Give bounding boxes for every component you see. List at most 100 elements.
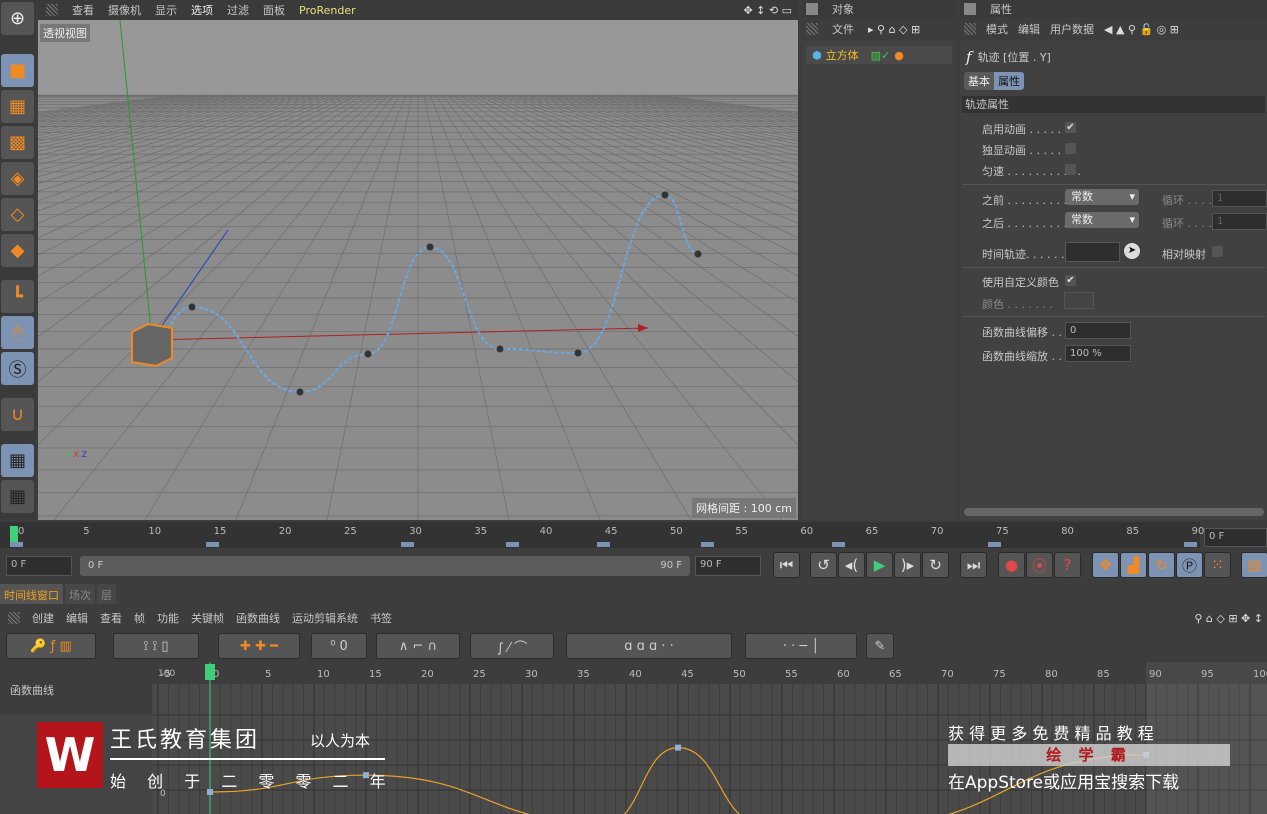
menu-filter[interactable]: 过滤 <box>227 2 249 18</box>
fcurve-key[interactable] <box>675 744 681 751</box>
pick-cursor-icon[interactable]: ➤ <box>1124 243 1140 259</box>
key-position-button[interactable]: ✥ <box>1092 552 1119 578</box>
constant-speed-checkbox[interactable] <box>1065 164 1076 175</box>
object-tools-icons[interactable]: ▸ ⚲ ⌂ ◇ ⊞ <box>868 23 920 36</box>
attribute-nav-icons[interactable]: ◀ ▲ ⚲ 🔓 ◎ ⊞ <box>1104 23 1179 36</box>
tweak-mouse-icon[interactable]: 🖱 <box>1 316 34 349</box>
custom-color-checkbox[interactable]: ✔ <box>1065 275 1076 286</box>
polygons-mode-icon[interactable]: ◆ <box>1 234 34 267</box>
menu-file[interactable]: 文件 <box>832 21 854 37</box>
menu-motion-system[interactable]: 运动剪辑系统 <box>292 610 358 626</box>
keyframe-marker[interactable] <box>831 542 845 547</box>
key-parameter-button[interactable]: Ⓟ <box>1176 552 1203 578</box>
menu-options[interactable]: 选项 <box>191 2 213 18</box>
menu-view[interactable]: 查看 <box>100 610 122 626</box>
menu-create[interactable]: 创建 <box>32 610 54 626</box>
bake-button[interactable]: ✎ <box>866 633 894 659</box>
tab-properties[interactable]: 属性 <box>994 72 1024 90</box>
path-keyframe[interactable] <box>694 250 702 258</box>
goto-start-button[interactable]: ⏮ <box>773 552 800 578</box>
keyframe-marker[interactable] <box>205 542 219 547</box>
tag-icon[interactable]: ● <box>894 49 904 62</box>
auto-key-button[interactable]: ⦿ <box>1026 552 1053 578</box>
key-rotation-button[interactable]: ↻ <box>1148 552 1175 578</box>
range-slider[interactable]: 0 F 90 F <box>80 556 690 576</box>
path-keyframe[interactable] <box>188 303 196 311</box>
keyframe-marker[interactable] <box>701 542 715 547</box>
color-swatch[interactable] <box>1064 292 1094 309</box>
menu-frame[interactable]: 帧 <box>134 610 145 626</box>
prev-key-button[interactable]: ↺ <box>810 552 837 578</box>
tab-layers[interactable]: 层 <box>97 584 116 604</box>
menu-mode[interactable]: 模式 <box>986 21 1008 37</box>
timeline-window-button[interactable]: ▤ <box>1241 552 1267 578</box>
menu-functions[interactable]: 功能 <box>157 610 179 626</box>
axis-icon[interactable]: ┗ <box>1 280 34 313</box>
keyframe-marker[interactable] <box>401 542 415 547</box>
keyframe-marker[interactable] <box>1183 542 1197 547</box>
menu-user-data[interactable]: 用户数据 <box>1050 21 1094 37</box>
end-frame-field[interactable]: 90 F <box>695 556 761 576</box>
path-keyframe[interactable] <box>496 345 504 353</box>
visibility-check-icon[interactable]: ▨✓ <box>871 49 891 62</box>
graph-playhead-handle[interactable] <box>205 664 215 680</box>
path-keyframe[interactable] <box>661 191 669 199</box>
goto-end-button[interactable]: ⏭ <box>960 552 987 578</box>
relative-mapping-checkbox[interactable] <box>1212 246 1223 257</box>
viewport[interactable]: 透视视图 网格间距 : 100 cm Y X Z <box>38 20 798 520</box>
record-key-button[interactable]: ● <box>998 552 1025 578</box>
menu-edit[interactable]: 编辑 <box>1018 21 1040 37</box>
path-keyframe[interactable] <box>574 349 582 357</box>
curve-tool-buttons[interactable]: ɑ ɑ ɑ · · <box>566 633 732 659</box>
keyframe-marker[interactable] <box>10 542 23 547</box>
tab-timeline[interactable]: 时间线窗口 <box>0 584 63 604</box>
curve-scale-field[interactable]: 100 % <box>1065 345 1131 362</box>
key-align-buttons[interactable]: · · ─ │ <box>745 633 857 659</box>
workplane-mode-icon[interactable]: ▩ <box>1 126 34 159</box>
keyframe-marker[interactable] <box>596 542 610 547</box>
tab-basic[interactable]: 基本 <box>964 72 994 90</box>
next-frame-button[interactable]: )▸ <box>894 552 921 578</box>
key-pla-button[interactable]: ⁙ <box>1204 552 1231 578</box>
curve-offset-field[interactable]: 0 <box>1065 322 1131 339</box>
interpolation-buttons[interactable]: ∫ ⁄ ⌒ <box>470 633 554 659</box>
fcurve-view-buttons[interactable]: ⟟ ⟟ ▯ <box>113 633 199 659</box>
attribute-scrollbar[interactable] <box>964 508 1264 516</box>
workplane-lock-icon[interactable]: ▦ <box>1 444 34 477</box>
object-row-cube[interactable]: ⬢ 立方体 ▨✓ ● <box>806 46 952 64</box>
playhead[interactable] <box>10 526 18 542</box>
undo-view-icon[interactable]: ⊕ <box>1 2 34 35</box>
current-frame-field-right[interactable]: 0 F <box>1204 528 1267 547</box>
menu-edit[interactable]: 编辑 <box>66 610 88 626</box>
menu-fcurve[interactable]: 函数曲线 <box>236 610 280 626</box>
keyframe-marker[interactable] <box>988 542 1001 547</box>
menu-display[interactable]: 显示 <box>155 2 177 18</box>
solo-animation-checkbox[interactable] <box>1065 143 1076 154</box>
menu-prorender[interactable]: ProRender <box>299 4 356 17</box>
keyframe-selection-button[interactable]: ? <box>1054 552 1081 578</box>
play-button[interactable]: ▶ <box>866 552 893 578</box>
after-dropdown[interactable]: 常数 ▾ <box>1065 212 1139 228</box>
menu-camera[interactable]: 摄像机 <box>108 2 141 18</box>
menu-view[interactable]: 查看 <box>72 2 94 18</box>
workplane-rotate-icon[interactable]: ▦ <box>1 480 34 513</box>
timeline-nav-icons[interactable]: ⚲ ⌂ ◇ ⊞ ✥ ↕ <box>1194 612 1263 625</box>
key-scale-button[interactable]: ▟ <box>1120 552 1147 578</box>
menu-panel[interactable]: 面板 <box>263 2 285 18</box>
texture-mode-icon[interactable]: ▦ <box>1 90 34 123</box>
timeline-ruler[interactable]: 0 5 10 15 20 25 30 35 40 45 50 55 60 65 70 75 80 85 90 <box>0 522 1204 548</box>
edges-mode-icon[interactable]: ◇ <box>1 198 34 231</box>
tab-takes[interactable]: 场次 <box>65 584 95 604</box>
menu-keys[interactable]: 关键帧 <box>191 610 224 626</box>
solo-icon[interactable]: Ⓢ <box>1 352 34 385</box>
time-track-field[interactable] <box>1065 242 1120 262</box>
keyframe-marker[interactable] <box>505 542 519 547</box>
key-mode-buttons[interactable]: 🔑 ƒ ▥ <box>6 633 96 659</box>
viewport-nav-icons[interactable]: ✥ ↕ ⟲ ▭ <box>743 4 792 17</box>
menu-bookmarks[interactable]: 书签 <box>370 610 392 626</box>
tangent-break-buttons[interactable]: ∧ ⌐ ∩ <box>376 633 460 659</box>
before-loop-field[interactable]: 1 <box>1212 190 1267 207</box>
after-loop-field[interactable]: 1 <box>1212 213 1267 230</box>
prev-frame-button[interactable]: ◂( <box>838 552 865 578</box>
model-mode-icon[interactable]: ■ <box>1 54 34 87</box>
